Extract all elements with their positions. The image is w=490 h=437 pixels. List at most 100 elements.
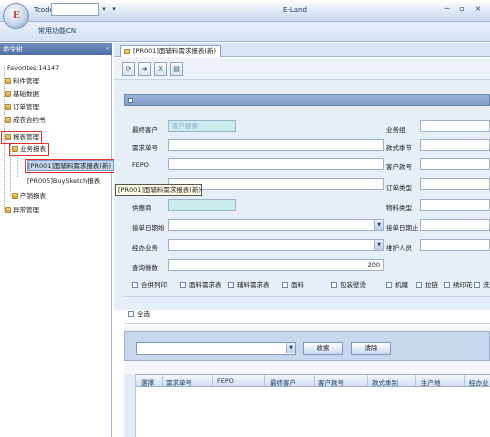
command-tree: Favorites:14147 料件管理 基础数据 订单管理 成衣合约书 报表管… (0, 55, 117, 437)
checkbox-accessory-demand[interactable]: 辅料需求表 (228, 280, 270, 290)
column-separator (415, 375, 416, 386)
column-separator (464, 375, 465, 386)
folder-icon (5, 78, 11, 84)
tree-item-label: 异常管理 (13, 206, 39, 214)
style-season-input[interactable] (420, 139, 490, 151)
column-demand-no[interactable]: 需求单号 (166, 377, 192, 387)
toolbar: ⟳ ➜ X ▤ (114, 58, 490, 80)
search-bar: ▼ 收索 清除 (124, 331, 490, 361)
business-group-input[interactable] (420, 120, 490, 132)
checkbox-fabric[interactable]: 面料 (282, 280, 304, 290)
column-final-customer[interactable]: 最终客户 (270, 377, 296, 387)
ribbon-tab-common[interactable]: 常用功能CN (38, 26, 76, 36)
checkbox-box[interactable] (228, 282, 234, 288)
final-customer-label: 最终客户 (132, 126, 158, 134)
column-fepo[interactable]: FEPO (217, 377, 234, 385)
close-button[interactable]: × (472, 3, 484, 15)
checkbox-zipper[interactable]: 拉链 (416, 280, 438, 290)
checkbox-box[interactable] (474, 282, 480, 288)
tree-item-production-reports[interactable]: 产销报表 (12, 191, 46, 202)
search-field[interactable]: ▼ (136, 342, 296, 355)
minimize-button[interactable]: ─ (441, 3, 453, 15)
style-season-label: 款式季节 (386, 144, 412, 152)
tree-item-favorites[interactable]: Favorites:14147 (7, 63, 59, 74)
chevron-down-icon[interactable]: ▼ (286, 343, 295, 353)
tree-item-contracts[interactable]: 成衣合约书 (5, 115, 46, 126)
checkbox-box[interactable] (444, 282, 450, 288)
pin-icon[interactable]: ᵖ (106, 43, 109, 55)
maximize-button[interactable]: ▫ (456, 3, 468, 15)
checkbox-box[interactable] (282, 282, 288, 288)
demand-no-input[interactable] (168, 139, 384, 151)
customer-style-input[interactable] (420, 158, 490, 170)
checkbox-select-all[interactable]: 全选 (128, 309, 150, 319)
tree-item-label: 订单管理 (13, 103, 39, 111)
column-style-season[interactable]: 款式季别 (372, 377, 398, 387)
tab-pr001[interactable]: [PR001]面辅料需求报表(新) (120, 45, 221, 57)
manager-select[interactable]: ▼ (168, 239, 384, 251)
checkbox-fabric-demand[interactable]: 面料需求表 (180, 280, 222, 290)
chevron-down-icon[interactable]: ▼ (374, 240, 383, 250)
tree-item-orders[interactable]: 订单管理 (5, 102, 39, 113)
column-customer-style[interactable]: 客户款号 (318, 377, 344, 387)
document-tab-bar: [PR001]面辅料需求报表(新) (114, 43, 490, 57)
collapse-icon[interactable] (128, 98, 133, 103)
manager-label: 经办业务 (132, 244, 158, 252)
column-manager[interactable]: 经办业 (469, 377, 489, 387)
tree-item-label: 成衣合约书 (13, 116, 46, 124)
tree-item-basic-data[interactable]: 基础数据 (5, 89, 39, 100)
app-title: E-Land (282, 6, 308, 14)
tree-item-label: 产销报表 (20, 192, 46, 200)
grid-header: 選擇 需求单号 FEPO 最终客户 客户款号 款式季别 生产地 经办业 (124, 374, 490, 387)
excel-icon[interactable]: X (154, 62, 167, 76)
app-logo[interactable]: E (3, 3, 29, 29)
checkbox-box[interactable] (331, 282, 337, 288)
customer-style-label: 客户款号 (386, 163, 412, 171)
calendar-dropdown-icon[interactable]: ▼ (374, 220, 383, 230)
material-type-label: 物料类型 (386, 204, 412, 212)
checkbox-embroidery-print[interactable]: 绣印花 (444, 280, 473, 290)
tree-item-label: 基础数据 (13, 90, 39, 98)
nav-header: 命令树 ᵖ (0, 43, 112, 55)
checkbox-box[interactable] (386, 282, 392, 288)
query-limit-input[interactable]: 200 (168, 259, 384, 271)
divider (124, 296, 490, 297)
final-customer-input[interactable]: 客户搜索 (168, 120, 236, 132)
tree-item-label: 料件管理 (13, 77, 39, 85)
order-date-from-input[interactable]: ▼ (168, 219, 384, 231)
order-type-select[interactable] (420, 178, 490, 190)
highlight-box (25, 159, 117, 173)
maintainer-input[interactable] (420, 239, 490, 251)
section-header[interactable] (124, 94, 490, 106)
row-header-column (124, 374, 136, 437)
tree-item-pr005[interactable]: [PR005]BuySketch报表 (27, 176, 100, 187)
fepo-label: FEPO (132, 161, 149, 169)
results-grid[interactable] (124, 387, 490, 437)
fepo-input[interactable] (168, 158, 384, 170)
checkbox-merge-print[interactable]: 合併列印 (132, 280, 167, 290)
supplier-input[interactable] (168, 199, 236, 211)
folder-icon (5, 91, 11, 97)
tree-item-exceptions[interactable]: 异常管理 (5, 205, 39, 216)
checkbox-packaging[interactable]: 包装壁烫 (331, 280, 366, 290)
nav-title: 命令树 (3, 45, 23, 53)
tab-label: [PR001]面辅料需求报表(新) (133, 47, 216, 55)
print-icon[interactable]: ▤ (170, 62, 183, 76)
column-select[interactable]: 選擇 (141, 377, 154, 387)
clear-button[interactable]: 清除 (351, 342, 391, 355)
search-button[interactable]: 收索 (303, 342, 343, 355)
checkbox-box[interactable] (416, 282, 422, 288)
order-date-to-input[interactable] (420, 219, 490, 231)
tree-item-label: Favorites:14147 (7, 64, 60, 72)
material-type-select[interactable] (420, 199, 490, 211)
column-production-site[interactable]: 生产地 (421, 377, 441, 387)
checkbox-machine-woven[interactable]: 机織 (386, 280, 408, 290)
tree-item-material[interactable]: 料件管理 (5, 76, 39, 87)
checkbox-box[interactable] (128, 311, 134, 317)
checkbox-washing[interactable]: 洗水 (474, 280, 490, 290)
refresh-icon[interactable]: ⟳ (122, 62, 135, 76)
demand-no-label: 需求单号 (132, 144, 158, 152)
export-icon[interactable]: ➜ (138, 62, 151, 76)
checkbox-box[interactable] (180, 282, 186, 288)
checkbox-box[interactable] (132, 282, 138, 288)
